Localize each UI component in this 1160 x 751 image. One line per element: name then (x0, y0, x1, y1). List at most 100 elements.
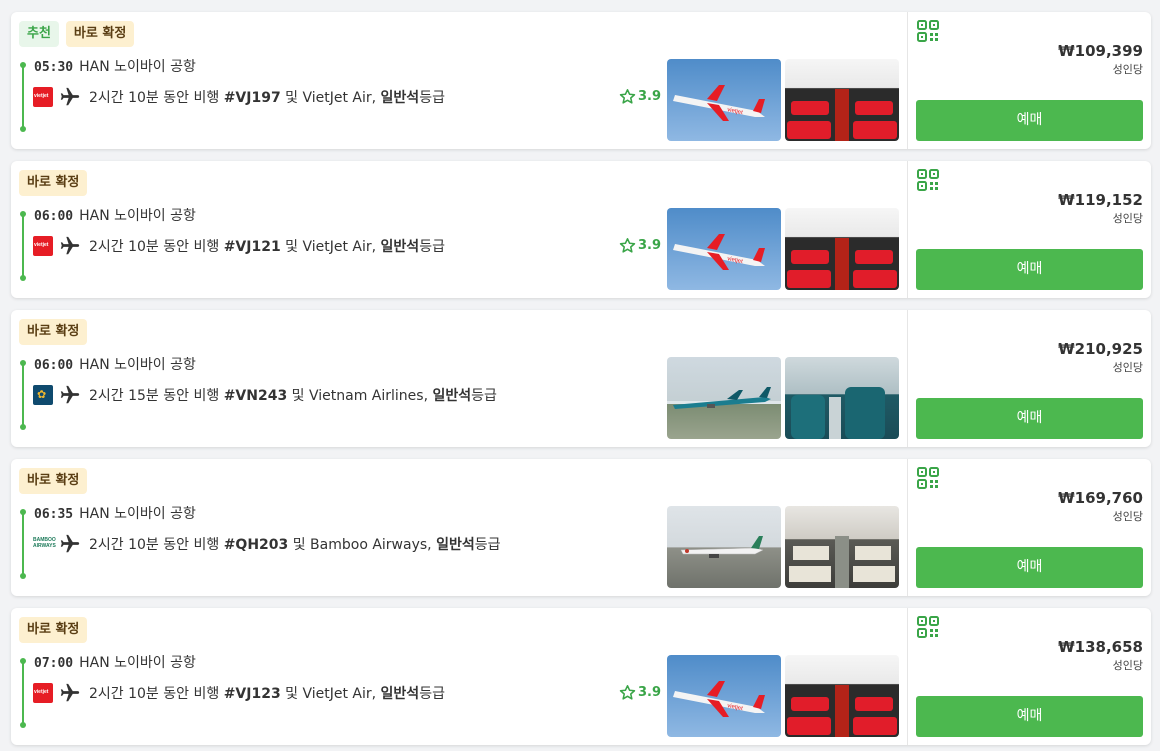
airline-name-text: 및 VietJet Air, (280, 90, 381, 106)
aircraft-photo[interactable] (667, 357, 781, 439)
departure-row: 06:00 HAN 노이바이 공항 (34, 205, 196, 225)
instant-confirm-badge: 바로 확정 (19, 468, 88, 494)
flight-description: 2시간 10분 동안 비행 #VJ123 및 VietJet Air, 일반석등… (89, 683, 445, 703)
aircraft-photo[interactable]: vietjet (667, 208, 781, 290)
aircraft-photo[interactable]: vietjet (667, 59, 781, 141)
flight-info: 바로 확정 06:35 HAN 노이바이 공항 BAMBOO AIRWAYS 2시간… (11, 459, 907, 596)
arrival-dot (20, 424, 26, 430)
airplane-icon (60, 683, 80, 702)
departure-airport: HAN 노이바이 공항 (79, 59, 196, 75)
book-button[interactable]: 예매 (916, 249, 1143, 290)
route-timeline (20, 211, 26, 281)
per-person-label: 성인당 (1112, 659, 1143, 672)
flight-info: 바로 확정 07:00 HAN 노이바이 공항 vietjet 2시간 10분 동… (11, 608, 907, 745)
departure-row: 06:35 HAN 노이바이 공항 (34, 503, 196, 523)
per-person-label: 성인당 (1112, 212, 1143, 225)
flight-number: #VJ121 (223, 239, 281, 255)
route-timeline (20, 62, 26, 132)
airline-logo: vietjet (33, 236, 53, 256)
star-icon (619, 88, 636, 104)
flight-card[interactable]: 추천 바로 확정 05:30 HAN 노이바이 공항 vietjet 2시간 10분… (11, 12, 1151, 149)
flight-duration-text: 2시간 10분 동안 비행 (89, 90, 224, 106)
flight-details: vietjet 2시간 10분 동안 비행 #VJ197 및 VietJet A… (33, 86, 445, 108)
airline-rating: 3.9 (619, 237, 661, 254)
qr-code-icon (917, 20, 939, 42)
cabin-photo[interactable] (785, 357, 899, 439)
cabin-photo[interactable] (785, 655, 899, 737)
departure-time: 07:00 (34, 656, 74, 671)
cabin-photo[interactable] (785, 59, 899, 141)
arrival-dot (20, 722, 26, 728)
aircraft-photo[interactable]: vietjet (667, 655, 781, 737)
book-button[interactable]: 예매 (916, 100, 1143, 141)
cabin-photo[interactable] (785, 208, 899, 290)
departure-airport: HAN 노이바이 공항 (79, 357, 196, 373)
flight-card[interactable]: 바로 확정 06:00 HAN 노이바이 공항 vietjet 2시간 10분 동… (11, 161, 1151, 298)
departure-dot (20, 360, 26, 366)
timeline-line (22, 214, 24, 278)
cabin-class: 일반석 (380, 239, 420, 255)
aircraft-photo[interactable] (667, 506, 781, 588)
badge-group: 바로 확정 (19, 468, 88, 494)
airline-rating: 3.9 (619, 684, 661, 701)
flight-results-list: 추천 바로 확정 05:30 HAN 노이바이 공항 vietjet 2시간 10분… (0, 0, 1160, 751)
price-panel: ₩169,760 성인당 예매 (907, 459, 1151, 596)
price-panel: ₩109,399 성인당 예매 (907, 12, 1151, 149)
flight-description: 2시간 10분 동안 비행 #QH203 및 Bamboo Airways, 일… (89, 534, 500, 554)
rating-value: 3.9 (638, 238, 662, 253)
airplane-icon (60, 385, 80, 404)
badge-group: 추천 바로 확정 (19, 21, 135, 47)
departure-row: 07:00 HAN 노이바이 공항 (34, 652, 196, 672)
airplane-icon (60, 87, 80, 106)
price-panel: ₩138,658 성인당 예매 (907, 608, 1151, 745)
airplane-icon (60, 236, 80, 255)
departure-time: 05:30 (34, 60, 74, 75)
flight-number: #VJ123 (223, 686, 281, 702)
departure-time: 06:00 (34, 358, 74, 373)
book-button[interactable]: 예매 (916, 547, 1143, 588)
departure-airport: HAN 노이바이 공항 (79, 506, 196, 522)
arrival-dot (20, 126, 26, 132)
qr-code-icon (917, 467, 939, 489)
flight-info: 바로 확정 06:00 HAN 노이바이 공항 ✿ 2시간 15분 동안 비행 #… (11, 310, 907, 447)
price: ₩109,399 (1058, 42, 1143, 60)
book-button[interactable]: 예매 (916, 696, 1143, 737)
price: ₩138,658 (1058, 638, 1143, 656)
flight-number: #QH203 (223, 537, 289, 553)
book-button[interactable]: 예매 (916, 398, 1143, 439)
airline-name-text: 및 Vietnam Airlines, (287, 388, 433, 404)
flight-details: vietjet 2시간 10분 동안 비행 #VJ123 및 VietJet A… (33, 682, 445, 704)
flight-number: #VJ197 (223, 90, 281, 106)
airline-rating: 3.9 (619, 88, 661, 105)
departure-time: 06:35 (34, 507, 74, 522)
departure-dot (20, 62, 26, 68)
departure-airport: HAN 노이바이 공항 (79, 655, 196, 671)
departure-time: 06:00 (34, 209, 74, 224)
qr-code-icon (917, 616, 939, 638)
timeline-line (22, 363, 24, 427)
recommended-badge: 추천 (19, 21, 59, 47)
flight-number: #VN243 (223, 388, 288, 404)
instant-confirm-badge: 바로 확정 (19, 170, 88, 196)
route-timeline (20, 509, 26, 579)
flight-card[interactable]: 바로 확정 06:00 HAN 노이바이 공항 ✿ 2시간 15분 동안 비행 #… (11, 310, 1151, 447)
airline-name-text: 및 Bamboo Airways, (288, 537, 437, 553)
cabin-photo[interactable] (785, 506, 899, 588)
cabin-class: 일반석 (436, 537, 475, 553)
flight-card[interactable]: 바로 확정 07:00 HAN 노이바이 공항 vietjet 2시간 10분 동… (11, 608, 1151, 745)
departure-row: 05:30 HAN 노이바이 공항 (34, 56, 196, 76)
rating-value: 3.9 (638, 685, 662, 700)
flight-card[interactable]: 바로 확정 06:35 HAN 노이바이 공항 BAMBOO AIRWAYS 2시간… (11, 459, 1151, 596)
departure-dot (20, 509, 26, 515)
cabin-suffix: 등급 (474, 537, 501, 553)
airline-logo: BAMBOO AIRWAYS (33, 534, 56, 554)
cabin-class: 일반석 (432, 388, 472, 404)
price-panel: ₩119,152 성인당 예매 (907, 161, 1151, 298)
timeline-line (22, 65, 24, 129)
flight-details: ✿ 2시간 15분 동안 비행 #VN243 및 Vietnam Airline… (33, 384, 497, 406)
flight-details: BAMBOO AIRWAYS 2시간 10분 동안 비행 #QH203 및 Bam… (33, 533, 500, 555)
airline-logo: ✿ (33, 385, 53, 405)
badge-group: 바로 확정 (19, 319, 88, 345)
flight-duration-text: 2시간 10분 동안 비행 (89, 686, 224, 702)
star-icon (619, 684, 636, 700)
